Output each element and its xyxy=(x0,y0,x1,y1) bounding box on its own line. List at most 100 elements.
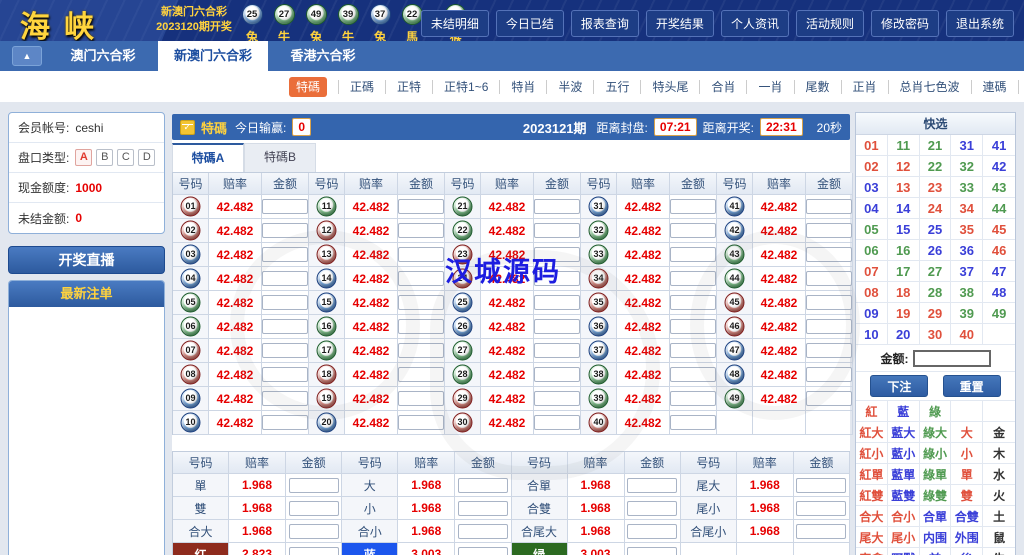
quick-number[interactable]: 30 xyxy=(920,324,952,345)
quick-number[interactable]: 36 xyxy=(951,240,983,261)
bet-amount-input[interactable] xyxy=(806,343,852,358)
bet-amount-input[interactable] xyxy=(262,247,308,262)
bet-amount-input[interactable] xyxy=(398,319,444,334)
bet-amount-input[interactable] xyxy=(458,501,508,516)
bet-amount-input[interactable] xyxy=(670,367,716,382)
quick-number[interactable]: 23 xyxy=(920,177,952,198)
quick-number[interactable]: 38 xyxy=(951,282,983,303)
quick-word[interactable]: 紅大 xyxy=(856,422,888,443)
quick-number[interactable]: 22 xyxy=(920,156,952,177)
bet-amount-input[interactable] xyxy=(627,501,677,516)
quick-number[interactable]: 42 xyxy=(983,156,1015,177)
quick-number[interactable]: 16 xyxy=(888,240,920,261)
quick-number[interactable]: 04 xyxy=(856,198,888,219)
quick-word[interactable]: 尾大 xyxy=(856,527,888,548)
bet-amount-input[interactable] xyxy=(534,223,580,238)
bet-amount-input[interactable] xyxy=(398,343,444,358)
quick-number[interactable]: 29 xyxy=(920,303,952,324)
bet-amount-input[interactable] xyxy=(262,295,308,310)
quick-word[interactable]: 合大 xyxy=(856,506,888,527)
bet-amount-input[interactable] xyxy=(627,524,677,539)
quick-number[interactable]: 32 xyxy=(951,156,983,177)
quick-word[interactable]: 牛 xyxy=(983,548,1015,555)
header-menu-button[interactable]: 修改密码 xyxy=(871,10,939,37)
quick-word[interactable]: 野獸 xyxy=(888,548,920,555)
handicap-button[interactable]: A xyxy=(75,149,92,166)
quick-number[interactable]: 11 xyxy=(888,135,920,156)
bet-amount-input[interactable] xyxy=(534,415,580,430)
bet-amount-input[interactable] xyxy=(670,199,716,214)
bet-amount-input[interactable] xyxy=(262,391,308,406)
bet-amount-input[interactable] xyxy=(398,367,444,382)
header-menu-button[interactable]: 报表查询 xyxy=(571,10,639,37)
quick-word[interactable]: 藍大 xyxy=(888,422,920,443)
bet-amount-input[interactable] xyxy=(262,319,308,334)
quick-number[interactable]: 20 xyxy=(888,324,920,345)
quick-number[interactable]: 41 xyxy=(983,135,1015,156)
bet-amount-input[interactable] xyxy=(806,199,852,214)
quick-number[interactable]: 09 xyxy=(856,303,888,324)
bet-amount-input[interactable] xyxy=(458,547,508,555)
quick-number[interactable]: 13 xyxy=(888,177,920,198)
bet-amount-input[interactable] xyxy=(534,367,580,382)
header-menu-button[interactable]: 未结明细 xyxy=(421,10,489,37)
quick-number[interactable]: 35 xyxy=(951,219,983,240)
quick-word[interactable]: 紅雙 xyxy=(856,485,888,506)
quick-word[interactable]: 藍 xyxy=(888,401,920,422)
bet-amount-input[interactable] xyxy=(398,391,444,406)
quick-number[interactable]: 34 xyxy=(951,198,983,219)
quick-word[interactable]: 火 xyxy=(983,485,1015,506)
game-tab[interactable]: 不中 xyxy=(1019,80,1024,94)
handicap-button[interactable]: B xyxy=(96,149,113,166)
bet-amount-input[interactable] xyxy=(458,524,508,539)
collapse-up-icon[interactable]: ▲ xyxy=(12,46,42,66)
bet-amount-input[interactable] xyxy=(670,223,716,238)
quick-number[interactable]: 40 xyxy=(951,324,983,345)
game-tab[interactable]: 半波 xyxy=(547,80,594,94)
game-tab[interactable]: 正肖 xyxy=(842,80,889,94)
bet-amount-input[interactable] xyxy=(806,367,852,382)
quick-number[interactable]: 45 xyxy=(983,219,1015,240)
game-tab[interactable]: 特碼 xyxy=(278,80,339,94)
bet-amount-input[interactable] xyxy=(806,319,852,334)
quick-word[interactable]: 紅小 xyxy=(856,443,888,464)
quick-number[interactable]: 25 xyxy=(920,219,952,240)
quick-amount-input[interactable] xyxy=(913,350,991,367)
header-menu-button[interactable]: 退出系统 xyxy=(946,10,1014,37)
bet-amount-input[interactable] xyxy=(670,391,716,406)
quick-word[interactable]: 藍雙 xyxy=(888,485,920,506)
quick-word[interactable]: 内围 xyxy=(920,527,952,548)
game-tab[interactable]: 正特1~6 xyxy=(433,80,500,94)
quick-number[interactable]: 28 xyxy=(920,282,952,303)
quick-word[interactable]: 合單 xyxy=(920,506,952,527)
quick-number[interactable]: 14 xyxy=(888,198,920,219)
game-tab[interactable]: 五行 xyxy=(594,80,641,94)
quick-number[interactable]: 48 xyxy=(983,282,1015,303)
game-tab[interactable]: 特头尾 xyxy=(641,80,700,94)
quick-number[interactable]: 15 xyxy=(888,219,920,240)
quick-word[interactable]: 尾小 xyxy=(888,527,920,548)
lottery-tab[interactable]: 澳门六合彩 xyxy=(48,41,158,71)
quick-number[interactable]: 26 xyxy=(920,240,952,261)
bet-amount-input[interactable] xyxy=(806,247,852,262)
bet-amount-input[interactable] xyxy=(806,271,852,286)
bet-button[interactable]: 下注 xyxy=(870,375,928,397)
bet-amount-input[interactable] xyxy=(670,247,716,262)
quick-number[interactable]: 46 xyxy=(983,240,1015,261)
bet-amount-input[interactable] xyxy=(534,343,580,358)
bet-board-tab[interactable]: 特碼A xyxy=(172,143,244,172)
quick-number[interactable]: 44 xyxy=(983,198,1015,219)
handicap-button[interactable]: D xyxy=(138,149,155,166)
game-tab[interactable]: 合肖 xyxy=(700,80,747,94)
quick-number[interactable]: 07 xyxy=(856,261,888,282)
bet-amount-input[interactable] xyxy=(398,415,444,430)
reset-button[interactable]: 重置 xyxy=(943,375,1001,397)
bet-amount-input[interactable] xyxy=(262,271,308,286)
bet-amount-input[interactable] xyxy=(670,343,716,358)
bet-amount-input[interactable] xyxy=(806,223,852,238)
game-tab[interactable]: 正特 xyxy=(386,80,433,94)
quick-number[interactable]: 24 xyxy=(920,198,952,219)
game-tab[interactable]: 尾數 xyxy=(795,80,842,94)
bet-amount-input[interactable] xyxy=(398,199,444,214)
bet-amount-input[interactable] xyxy=(806,295,852,310)
